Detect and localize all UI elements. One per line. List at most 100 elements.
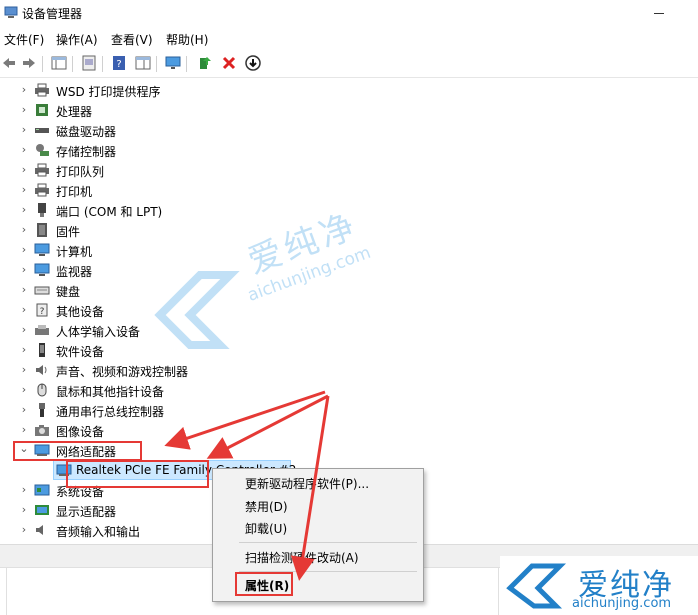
toolbar-separator	[42, 56, 43, 72]
chevron-right-icon[interactable]: ›	[18, 203, 30, 217]
menu-item-disable[interactable]: 禁用(D)	[245, 498, 288, 515]
svg-text:?: ?	[40, 307, 45, 317]
chevron-right-icon[interactable]: ›	[18, 343, 30, 357]
port-icon	[38, 203, 46, 217]
menu-item-uninstall[interactable]: 卸载(U)	[245, 520, 287, 537]
brand-logo: 爱纯净 aichunjing.com	[500, 556, 698, 614]
usb-icon	[39, 403, 45, 417]
chevron-right-icon[interactable]: ›	[18, 223, 30, 237]
tree-item[interactable]: › 打印机	[0, 180, 420, 200]
chevron-right-icon[interactable]: ›	[18, 163, 30, 177]
monitor-icon	[34, 263, 50, 276]
toolbar-separator	[102, 56, 103, 72]
tree-item[interactable]: › 通用串行总线控制器	[0, 400, 420, 420]
download-icon[interactable]	[244, 54, 262, 72]
keyboard-icon	[34, 286, 50, 295]
forward-icon[interactable]	[20, 54, 38, 72]
menu-help[interactable]: 帮助(H)	[166, 31, 208, 48]
audio-io-icon	[36, 525, 43, 535]
chevron-right-icon[interactable]: ›	[18, 423, 30, 437]
toolbar-separator	[156, 56, 157, 72]
tree-item[interactable]: › ? 其他设备	[0, 300, 420, 320]
chevron-right-icon[interactable]: ›	[18, 183, 30, 197]
back-icon[interactable]	[0, 54, 18, 72]
chevron-right-icon[interactable]: ›	[18, 123, 30, 137]
toolbar-separator	[186, 56, 187, 72]
tree-item-label: 鼠标和其他指针设备	[56, 385, 165, 399]
uninstall-icon[interactable]	[220, 54, 238, 72]
chevron-right-icon[interactable]: ›	[18, 263, 30, 277]
help-icon[interactable]: ?	[110, 54, 128, 72]
tree-item-label: 人体学输入设备	[56, 325, 141, 339]
hid-icon	[35, 325, 49, 335]
chevron-right-icon[interactable]: ›	[18, 83, 30, 97]
tree-item-label: 键盘	[56, 285, 81, 299]
tree-item-label: 监视器	[56, 265, 93, 279]
status-cell	[498, 568, 499, 615]
printer-icon	[35, 163, 49, 177]
tree-item-label: 音频输入和输出	[56, 525, 141, 539]
chevron-right-icon[interactable]: ›	[18, 483, 30, 497]
menu-view[interactable]: 查看(V)	[111, 31, 153, 48]
tree-item-label: WSD 打印提供程序	[56, 85, 161, 99]
brand-logo-icon	[506, 563, 566, 609]
menu-action[interactable]: 操作(A)	[56, 31, 98, 48]
chevron-right-icon[interactable]: ›	[18, 363, 30, 377]
tree-item-label: 计算机	[56, 245, 93, 259]
tree-item[interactable]: › 图像设备	[0, 420, 420, 440]
software-device-icon	[39, 343, 45, 357]
menu-item-update-driver[interactable]: 更新驱动程序软件(P)...	[245, 475, 369, 492]
chevron-right-icon[interactable]: ›	[18, 283, 30, 297]
tree-item[interactable]: › 打印队列	[0, 160, 420, 180]
tree-item[interactable]: › 软件设备	[0, 340, 420, 360]
tree-item[interactable]: › 端口 (COM 和 LPT)	[0, 200, 420, 220]
printer-icon	[35, 183, 49, 197]
tree-item-label: 软件设备	[56, 345, 105, 359]
chevron-right-icon[interactable]: ›	[18, 303, 30, 317]
minimize-button[interactable]	[648, 2, 672, 22]
tree-item[interactable]: › 固件	[0, 220, 420, 240]
disk-drive-icon	[35, 128, 49, 133]
chevron-right-icon[interactable]: ›	[18, 403, 30, 417]
tree-item[interactable]: › 存储控制器	[0, 140, 420, 160]
menu-item-scan-hardware[interactable]: 扫描检测硬件改动(A)	[245, 549, 359, 566]
properties-view-icon[interactable]	[50, 54, 68, 72]
tree-item-label: 磁盘驱动器	[56, 125, 117, 139]
tree-item[interactable]: › 处理器	[0, 100, 420, 120]
chevron-right-icon[interactable]: ›	[18, 243, 30, 257]
update-driver-icon[interactable]	[196, 54, 214, 72]
toolbar-separator	[72, 56, 73, 72]
tree-item-label: 声音、视频和游戏控制器	[56, 365, 189, 379]
device-manager-icon	[4, 6, 18, 18]
tree-item-label: 打印机	[56, 185, 93, 199]
tree-item-label: 通用串行总线控制器	[56, 405, 165, 419]
tree-item[interactable]: › 鼠标和其他指针设备	[0, 380, 420, 400]
chevron-right-icon[interactable]: ›	[18, 523, 30, 537]
console-tree-icon[interactable]	[134, 54, 152, 72]
highlight-network-adapters	[13, 441, 142, 461]
tree-item[interactable]: › WSD 打印提供程序	[0, 80, 420, 100]
tree-item[interactable]: › 监视器	[0, 260, 420, 280]
chevron-right-icon[interactable]: ›	[18, 103, 30, 117]
window-title: 设备管理器	[22, 7, 83, 21]
tree-item[interactable]: › 磁盘驱动器	[0, 120, 420, 140]
chevron-right-icon[interactable]: ›	[18, 143, 30, 157]
tree-item-label: 显示适配器	[56, 505, 117, 519]
chevron-right-icon[interactable]: ›	[18, 503, 30, 517]
svg-text:?: ?	[116, 59, 121, 70]
tree-item-label: 固件	[56, 225, 81, 239]
tree-item[interactable]: › 人体学输入设备	[0, 320, 420, 340]
monitor-icon[interactable]	[164, 54, 182, 72]
tree-item[interactable]: › 声音、视频和游戏控制器	[0, 360, 420, 380]
tree-item[interactable]: › 计算机	[0, 240, 420, 260]
other-device-icon: ?	[36, 303, 48, 317]
chevron-right-icon[interactable]: ›	[18, 383, 30, 397]
tree-item[interactable]: › 键盘	[0, 280, 420, 300]
mouse-icon	[37, 383, 47, 397]
menu-file[interactable]: 文件(F)	[4, 31, 44, 48]
tree-item-label: 打印队列	[56, 165, 105, 179]
show-hidden-icon[interactable]	[80, 54, 98, 72]
chevron-right-icon[interactable]: ›	[18, 323, 30, 337]
tree-item-label: 其他设备	[56, 305, 105, 319]
processor-icon	[36, 104, 48, 116]
